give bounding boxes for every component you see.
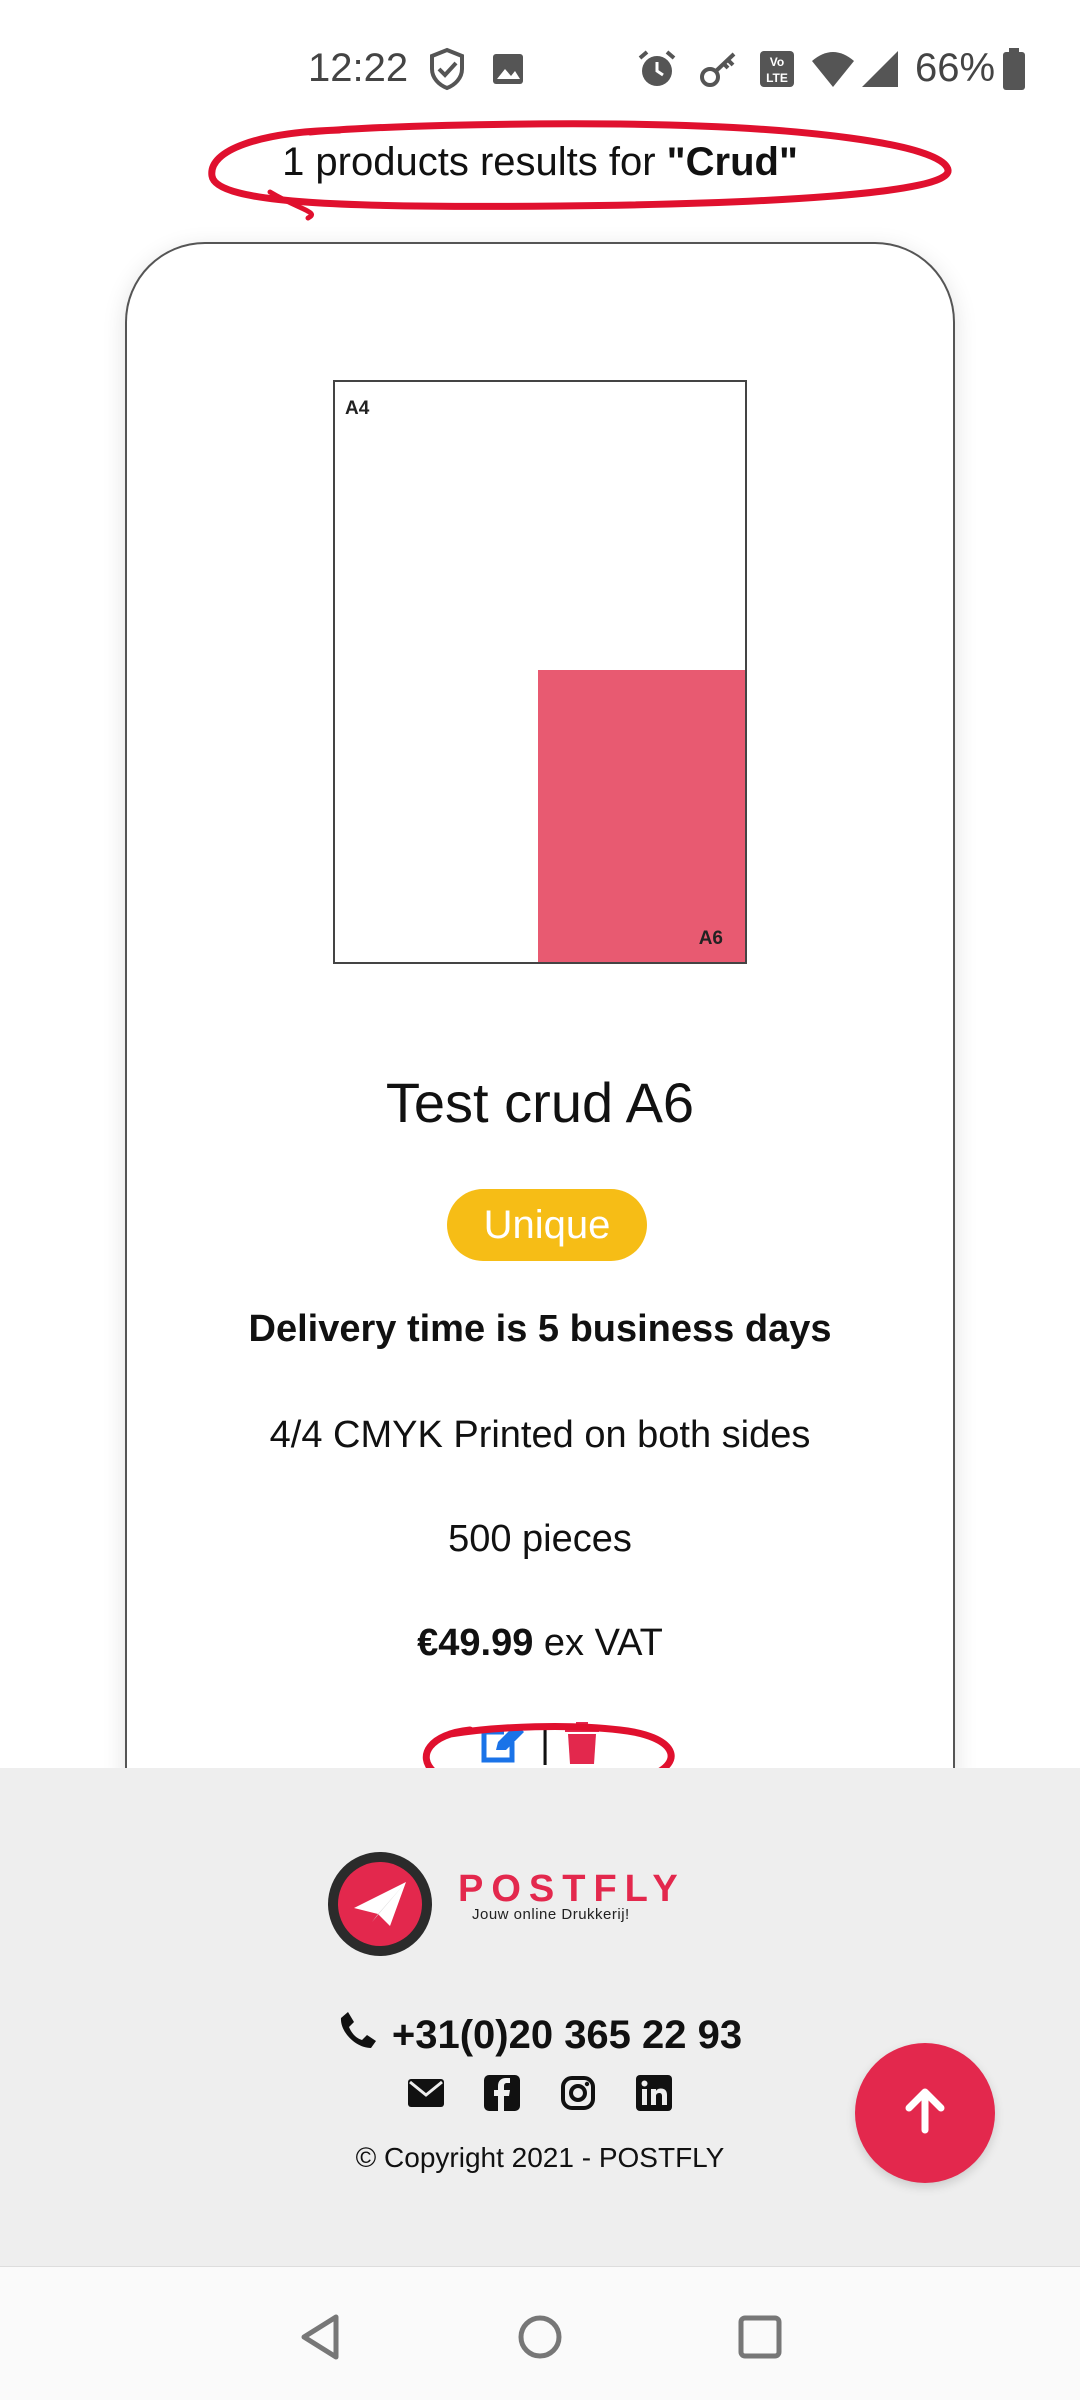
price-value: €49.99	[417, 1622, 534, 1664]
preview-a6-area	[538, 670, 745, 962]
alarm-icon	[635, 44, 679, 94]
search-results-heading: 1 products results for "Crud"	[0, 140, 1080, 185]
status-bar: 12:22 Vo LTE 66%	[0, 0, 1080, 140]
brand-tagline: Jouw online Drukkerij!	[472, 1906, 630, 1923]
product-quantity: 500 pieces	[448, 1518, 632, 1560]
postfly-logo[interactable]	[328, 1852, 432, 1956]
arrow-up-icon	[900, 2086, 950, 2141]
product-price: €49.99 ex VAT	[0, 1622, 1080, 1665]
linkedin-icon[interactable]	[635, 2074, 673, 2112]
edit-icon[interactable]	[480, 1722, 526, 1769]
shield-check-icon	[425, 44, 469, 94]
facebook-icon[interactable]	[483, 2074, 521, 2112]
key-icon	[697, 44, 741, 94]
status-time: 12:22	[308, 46, 409, 90]
trash-icon[interactable]	[564, 1722, 600, 1769]
system-navigation-bar	[0, 2266, 1080, 2400]
svg-text:Vo: Vo	[770, 55, 784, 69]
home-circle-icon[interactable]	[510, 2307, 570, 2367]
back-triangle-icon[interactable]	[290, 2307, 350, 2367]
search-query: "Crud"	[666, 140, 798, 184]
phone-icon	[338, 2010, 378, 2060]
volte-icon: Vo LTE	[757, 44, 797, 94]
product-preview-image: A4 A6	[333, 380, 747, 964]
phone-number: +31(0)20 365 22 93	[391, 2012, 743, 2057]
preview-a4-label: A4	[345, 398, 370, 419]
svg-text:LTE: LTE	[766, 71, 788, 85]
recents-square-icon[interactable]	[730, 2307, 790, 2367]
battery-percent: 66%	[915, 46, 996, 90]
delivery-time: Delivery time is 5 business days	[248, 1308, 832, 1350]
image-icon	[490, 44, 526, 94]
brand-name: POSTFLY	[458, 1868, 686, 1910]
unique-badge: Unique	[447, 1189, 647, 1261]
price-suffix: ex VAT	[533, 1622, 663, 1664]
print-spec: 4/4 CMYK Printed on both sides	[269, 1414, 811, 1456]
scroll-to-top-button[interactable]	[855, 2043, 995, 2183]
results-prefix: 1 products results for	[282, 140, 667, 184]
instagram-icon[interactable]	[559, 2074, 597, 2112]
product-actions: |	[0, 1722, 1080, 1769]
preview-a6-label: A6	[698, 928, 723, 949]
product-title[interactable]: Test crud A6	[0, 1070, 1080, 1135]
paper-plane-icon	[338, 1862, 422, 1946]
envelope-icon[interactable]	[407, 2074, 445, 2112]
wifi-icon	[810, 44, 856, 94]
actions-separator: |	[540, 1724, 550, 1766]
battery-icon	[1000, 44, 1028, 94]
signal-icon	[860, 44, 900, 94]
